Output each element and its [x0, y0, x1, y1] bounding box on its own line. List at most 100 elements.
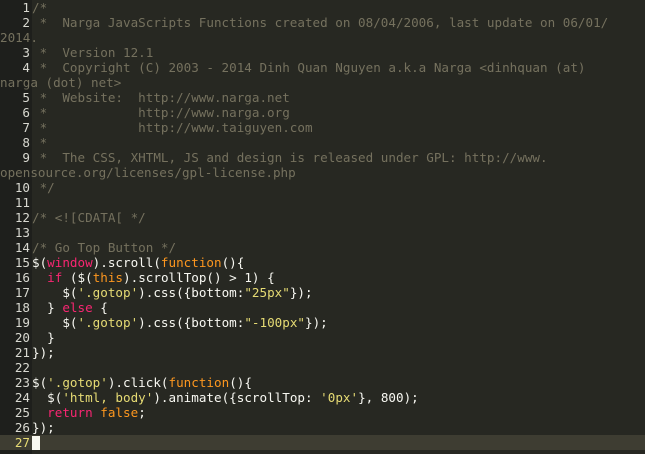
wrapped-continuation: opensource.org/licenses/gpl-license.php	[0, 165, 296, 180]
code-token: 2014.	[0, 30, 38, 45]
code-line[interactable]: 7 * http://www.taiguyen.com	[0, 120, 645, 135]
code-token: });	[32, 345, 55, 360]
code-line[interactable]: 13	[0, 225, 645, 240]
code-line[interactable]: 20 }	[0, 330, 645, 345]
code-line[interactable]: 12/* <![CDATA[ */	[0, 210, 645, 225]
code-editor[interactable]: 1/* 2 * Narga JavaScripts Functions creat…	[0, 0, 645, 454]
code-token: "-100px"	[244, 315, 305, 330]
code-token: *	[32, 135, 48, 150]
line-number: 19	[0, 315, 32, 330]
code-token: false	[100, 405, 139, 420]
code-text: $('.gotop').css({bottom:"-100px"});	[32, 315, 645, 330]
code-token: * Narga JavaScripts Functions created on…	[32, 15, 609, 30]
code-line[interactable]: 8 *	[0, 135, 645, 150]
code-token: ;	[138, 405, 146, 420]
line-number: 16	[0, 270, 32, 285]
code-token: }, 800);	[358, 390, 419, 405]
code-line[interactable]: 14/* Go Top Button */	[0, 240, 645, 255]
code-text: $('.gotop').css({bottom:"25px"});	[32, 285, 645, 300]
code-token: function	[160, 255, 222, 270]
code-token: /*	[32, 0, 48, 15]
code-line[interactable]: 17 $('.gotop').css({bottom:"25px"});	[0, 285, 645, 300]
code-token: else	[62, 300, 93, 315]
code-line[interactable]: 25 return false;	[0, 405, 645, 420]
code-line[interactable]: 22	[0, 360, 645, 375]
code-text: * Website: http://www.narga.net	[32, 90, 645, 105]
code-line[interactable]: 27	[0, 435, 645, 450]
code-line[interactable]: 19 $('.gotop').css({bottom:"-100px"});	[0, 315, 645, 330]
line-number: 14	[0, 240, 32, 255]
code-token: if	[47, 270, 63, 285]
code-line[interactable]: 9 * The CSS, XHTML, JS and design is rel…	[0, 150, 645, 180]
code-token: ).scroll(	[92, 255, 161, 270]
wrapped-continuation: narga (dot) net>	[0, 75, 121, 90]
line-number: 10	[0, 180, 32, 195]
code-text: if ($(this).scrollTop() > 1) {	[32, 270, 645, 285]
line-number: 11	[0, 195, 32, 210]
code-token: * http://www.narga.org	[32, 105, 290, 120]
code-text: */	[32, 180, 645, 195]
code-text: $('html, body').animate({scrollTop: '0px…	[32, 390, 645, 405]
code-token: * The CSS, XHTML, JS and design is relea…	[32, 150, 548, 165]
code-line[interactable]: 11	[0, 195, 645, 210]
code-token: (){	[221, 255, 245, 270]
code-line[interactable]: 16 if ($(this).scrollTop() > 1) {	[0, 270, 645, 285]
code-token: */	[32, 180, 55, 195]
code-text: $(window).scroll(function(){	[32, 255, 645, 270]
code-line[interactable]: 23 $('.gotop').click(function(){	[0, 375, 645, 390]
code-text: /* <![CDATA[ */	[32, 210, 645, 225]
code-token: '0px'	[320, 390, 359, 405]
line-number: 12	[0, 210, 32, 225]
code-token: $(	[32, 315, 78, 330]
line-number: 1	[0, 0, 32, 15]
code-line[interactable]: 24 $('html, body').animate({scrollTop: '…	[0, 390, 645, 405]
code-token: {	[92, 300, 108, 315]
code-line[interactable]: 21});	[0, 345, 645, 360]
code-token: $(	[32, 390, 63, 405]
code-line[interactable]: 6 * http://www.narga.org	[0, 105, 645, 120]
code-text: return false;	[32, 405, 645, 420]
code-text: * Narga JavaScripts Functions created on…	[0, 15, 645, 45]
line-number: 18	[0, 300, 32, 315]
code-text: /*	[32, 0, 645, 15]
code-token: window	[47, 255, 93, 270]
line-number: 22	[0, 360, 32, 375]
code-token: $(	[32, 255, 48, 270]
code-line[interactable]: 2 * Narga JavaScripts Functions created …	[0, 15, 645, 45]
line-number: 15	[0, 255, 32, 270]
code-line[interactable]: 4 * Copyright (C) 2003 - 2014 Dinh Quan …	[0, 60, 645, 90]
code-line[interactable]: 5 * Website: http://www.narga.net	[0, 90, 645, 105]
line-number: 20	[0, 330, 32, 345]
code-token: (){	[229, 375, 252, 390]
code-text: * The CSS, XHTML, JS and design is relea…	[0, 150, 645, 180]
code-line[interactable]: 26});	[0, 420, 645, 435]
code-token: $(	[32, 375, 48, 390]
code-token: narga (dot) net>	[0, 75, 122, 90]
wrapped-continuation: 2014.	[0, 30, 38, 45]
code-token: }	[32, 300, 63, 315]
code-token: });	[305, 315, 328, 330]
code-token: /* Go Top Button */	[32, 240, 177, 255]
line-number: 17	[0, 285, 32, 300]
code-token: this	[92, 270, 124, 285]
line-number: 21	[0, 345, 32, 360]
code-token: ).animate({scrollTop:	[153, 390, 321, 405]
code-token: * http://www.taiguyen.com	[32, 120, 313, 135]
line-number: 25	[0, 405, 32, 420]
code-line[interactable]: 15 $(window).scroll(function(){	[0, 255, 645, 270]
line-number: 7	[0, 120, 32, 135]
line-number: 26	[0, 420, 32, 435]
code-line[interactable]: 18 } else {	[0, 300, 645, 315]
code-token: ).css({bottom:	[138, 315, 245, 330]
code-token: });	[32, 420, 55, 435]
code-line[interactable]: 3 * Version 12.1	[0, 45, 645, 60]
code-line[interactable]: 10 */	[0, 180, 645, 195]
line-number: 6	[0, 105, 32, 120]
line-number: 23	[0, 375, 32, 390]
code-line[interactable]: 1/*	[0, 0, 645, 15]
